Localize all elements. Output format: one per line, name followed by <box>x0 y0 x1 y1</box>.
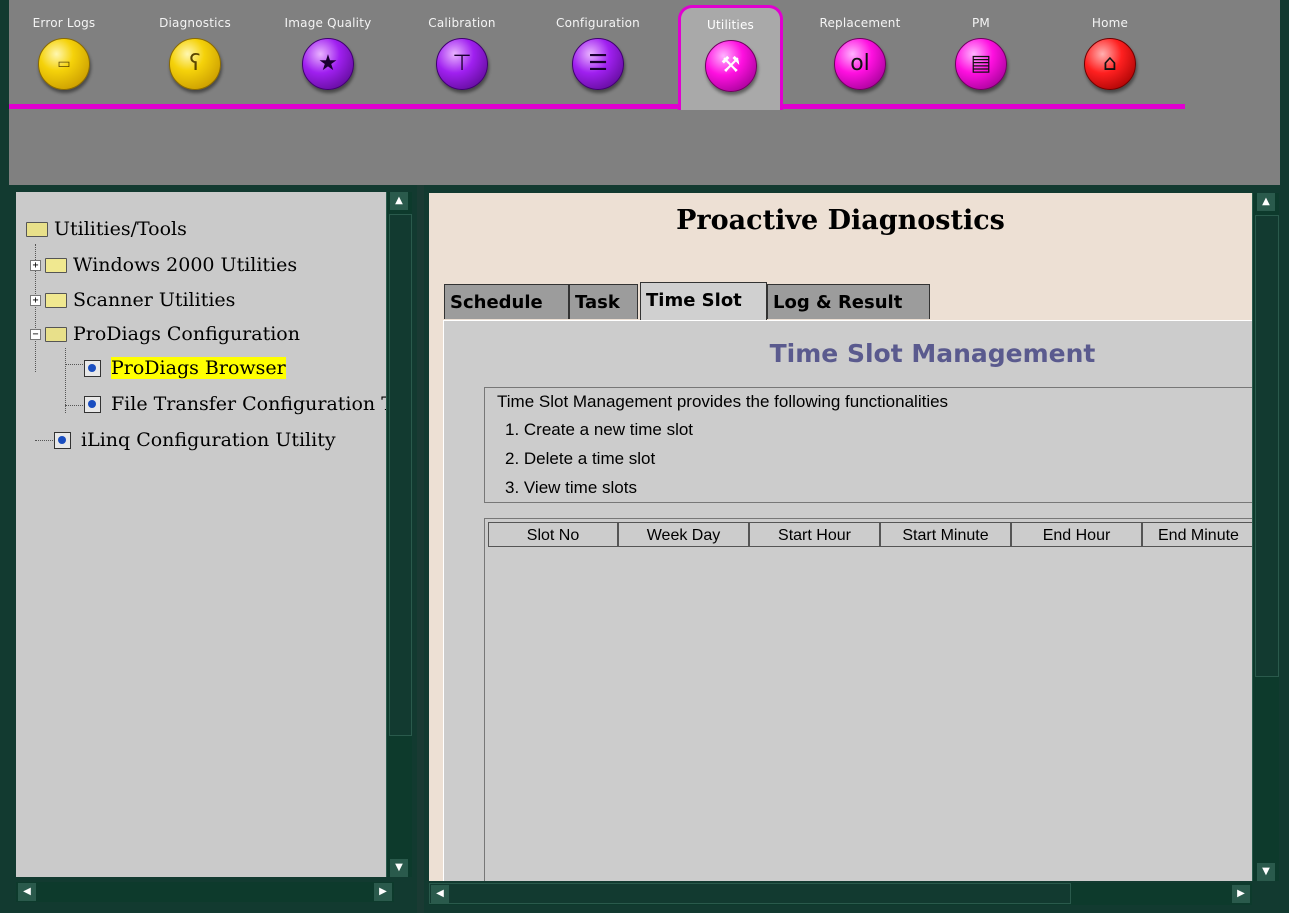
column-header-end-minute[interactable]: End Minute <box>1142 522 1252 547</box>
home-icon: ⌂ <box>1084 38 1136 90</box>
web-page-icon <box>84 395 101 413</box>
toolbar-home-button[interactable]: Home ⌂ <box>1055 14 1165 102</box>
toolbar-label: PM <box>972 16 990 30</box>
time-slot-panel: Time Slot Management Time Slot Managemen… <box>443 320 1252 881</box>
expand-icon[interactable]: + <box>30 294 41 306</box>
scroll-right-arrow-icon[interactable]: ▶ <box>374 883 392 901</box>
tree-item-prodiags-browser[interactable]: ProDiags Browser <box>84 352 286 382</box>
frame-edge-right <box>1280 0 1289 913</box>
toolbar-replacement-button[interactable]: Replacement ol <box>805 14 915 102</box>
tree-vertical-scrollbar[interactable]: ▲ ▼ <box>386 192 412 877</box>
toolbar-diagnostics-button[interactable]: Diagnostics ʕ <box>140 14 250 102</box>
toolbar-error-logs-button[interactable]: Error Logs ▭ <box>9 14 119 102</box>
tree-item-windows-2000-utilities[interactable]: + Windows 2000 Utilities <box>30 249 297 279</box>
scroll-thumb[interactable] <box>429 883 1071 904</box>
info-box: Time Slot Management provides the follow… <box>484 387 1252 503</box>
replacement-icon: ol <box>834 38 886 90</box>
frame-edge-left <box>0 0 9 913</box>
error-log-icon: ▭ <box>38 38 90 90</box>
toolbar-label: Calibration <box>428 16 496 30</box>
scroll-up-arrow-icon[interactable]: ▲ <box>1257 193 1275 211</box>
toolbar-configuration-button[interactable]: Configuration ☰ <box>543 14 653 102</box>
tree-label: File Transfer Configuration T <box>111 393 394 415</box>
tree-item-scanner-utilities[interactable]: + Scanner Utilities <box>30 284 235 314</box>
tree-label: Scanner Utilities <box>73 289 236 311</box>
toolbar-image-quality-button[interactable]: Image Quality ★ <box>273 14 383 102</box>
tree-label: ProDiags Configuration <box>73 323 300 345</box>
tab-task[interactable]: Task <box>569 284 638 319</box>
tree-pane: Utilities/Tools + Windows 2000 Utilities … <box>9 185 417 913</box>
configuration-icon: ☰ <box>572 38 624 90</box>
expand-icon[interactable]: + <box>30 259 41 271</box>
scroll-left-arrow-icon[interactable]: ◀ <box>431 885 449 903</box>
web-page-icon <box>54 431 71 449</box>
toolbar-label: Utilities <box>707 18 754 32</box>
scroll-left-arrow-icon[interactable]: ◀ <box>18 883 36 901</box>
scroll-down-arrow-icon[interactable]: ▼ <box>1257 863 1275 881</box>
tree-connector <box>65 405 83 406</box>
toolbar-pm-button[interactable]: PM ▤ <box>926 14 1036 102</box>
column-header-start-minute[interactable]: Start Minute <box>880 522 1011 547</box>
tree-view: Utilities/Tools + Windows 2000 Utilities … <box>16 192 395 877</box>
pm-checklist-icon: ▤ <box>955 38 1007 90</box>
image-quality-icon: ★ <box>302 38 354 90</box>
tab-log-result[interactable]: Log & Result <box>767 284 930 319</box>
toolbar-divider <box>9 104 1185 109</box>
toolbar-label: Home <box>1091 16 1129 30</box>
page-title: Proactive Diagnostics <box>676 205 1005 236</box>
toolbar-label: Configuration <box>556 16 640 30</box>
top-toolbar: Error Logs ▭ Diagnostics ʕ Image Quality… <box>9 0 1280 185</box>
folder-icon <box>45 257 67 273</box>
tab-time-slot[interactable]: Time Slot <box>640 282 767 320</box>
scroll-thumb[interactable] <box>1255 215 1279 677</box>
tree-item-prodiags-configuration[interactable]: − ProDiags Configuration <box>30 318 300 348</box>
tree-label: ProDiags Browser <box>111 357 286 379</box>
info-intro: Time Slot Management provides the follow… <box>497 392 949 411</box>
tab-schedule[interactable]: Schedule <box>444 284 569 319</box>
tree-connector <box>65 364 83 365</box>
scroll-thumb[interactable] <box>389 214 412 736</box>
tree-label: Utilities/Tools <box>54 218 187 240</box>
collapse-icon[interactable]: − <box>30 328 41 340</box>
column-header-start-hour[interactable]: Start Hour <box>749 522 880 547</box>
toolbar-label: Diagnostics <box>159 16 231 30</box>
scroll-up-arrow-icon[interactable]: ▲ <box>390 192 408 210</box>
info-item: 2. Delete a time slot <box>505 449 656 468</box>
content-vertical-scrollbar[interactable]: ▲ ▼ <box>1252 193 1279 881</box>
content-horizontal-scrollbar[interactable]: ◀ ▶ <box>429 883 1252 905</box>
info-item: 1. Create a new time slot <box>505 420 694 439</box>
calibration-icon: ⊤ <box>436 38 488 90</box>
column-header-week-day[interactable]: Week Day <box>618 522 749 547</box>
tree-root[interactable]: Utilities/Tools <box>26 213 187 243</box>
tree-label: Windows 2000 Utilities <box>73 254 298 276</box>
stethoscope-icon: ʕ <box>169 38 221 90</box>
tree-item-file-transfer-configuration[interactable]: File Transfer Configuration T <box>84 388 394 418</box>
toolbar-label: Image Quality <box>284 16 372 30</box>
folder-icon <box>45 292 67 308</box>
tree-label: iLinq Configuration Utility <box>81 429 336 451</box>
column-header-slot-no[interactable]: Slot No <box>488 522 618 547</box>
web-page-icon <box>84 359 101 377</box>
toolbar-label: Error Logs <box>32 16 96 30</box>
panel-heading: Time Slot Management <box>769 339 1096 368</box>
scroll-right-arrow-icon[interactable]: ▶ <box>1232 885 1250 903</box>
content-view: Proactive Diagnostics Schedule Task Time… <box>429 193 1252 881</box>
info-item: 3. View time slots <box>505 478 637 497</box>
toolbox-icon: ⚒ <box>704 40 757 92</box>
toolbar-calibration-button[interactable]: Calibration ⊤ <box>407 14 517 102</box>
tree-connector <box>35 440 53 441</box>
scroll-down-arrow-icon[interactable]: ▼ <box>390 859 408 877</box>
time-slot-table[interactable]: Slot No Week Day Start Hour Start Minute… <box>484 518 1252 881</box>
column-header-end-hour[interactable]: End Hour <box>1011 522 1142 547</box>
toolbar-utilities-button[interactable]: Utilities ⚒ <box>678 5 783 110</box>
tree-connector <box>65 348 66 413</box>
tree-horizontal-scrollbar[interactable]: ◀ ▶ <box>16 882 394 902</box>
tree-item-ilinq-configuration-utility[interactable]: iLinq Configuration Utility <box>54 424 336 454</box>
content-pane: Proactive Diagnostics Schedule Task Time… <box>424 185 1280 913</box>
open-folder-icon <box>45 326 67 342</box>
toolbar-label: Replacement <box>819 16 901 30</box>
open-folder-icon <box>26 221 48 237</box>
